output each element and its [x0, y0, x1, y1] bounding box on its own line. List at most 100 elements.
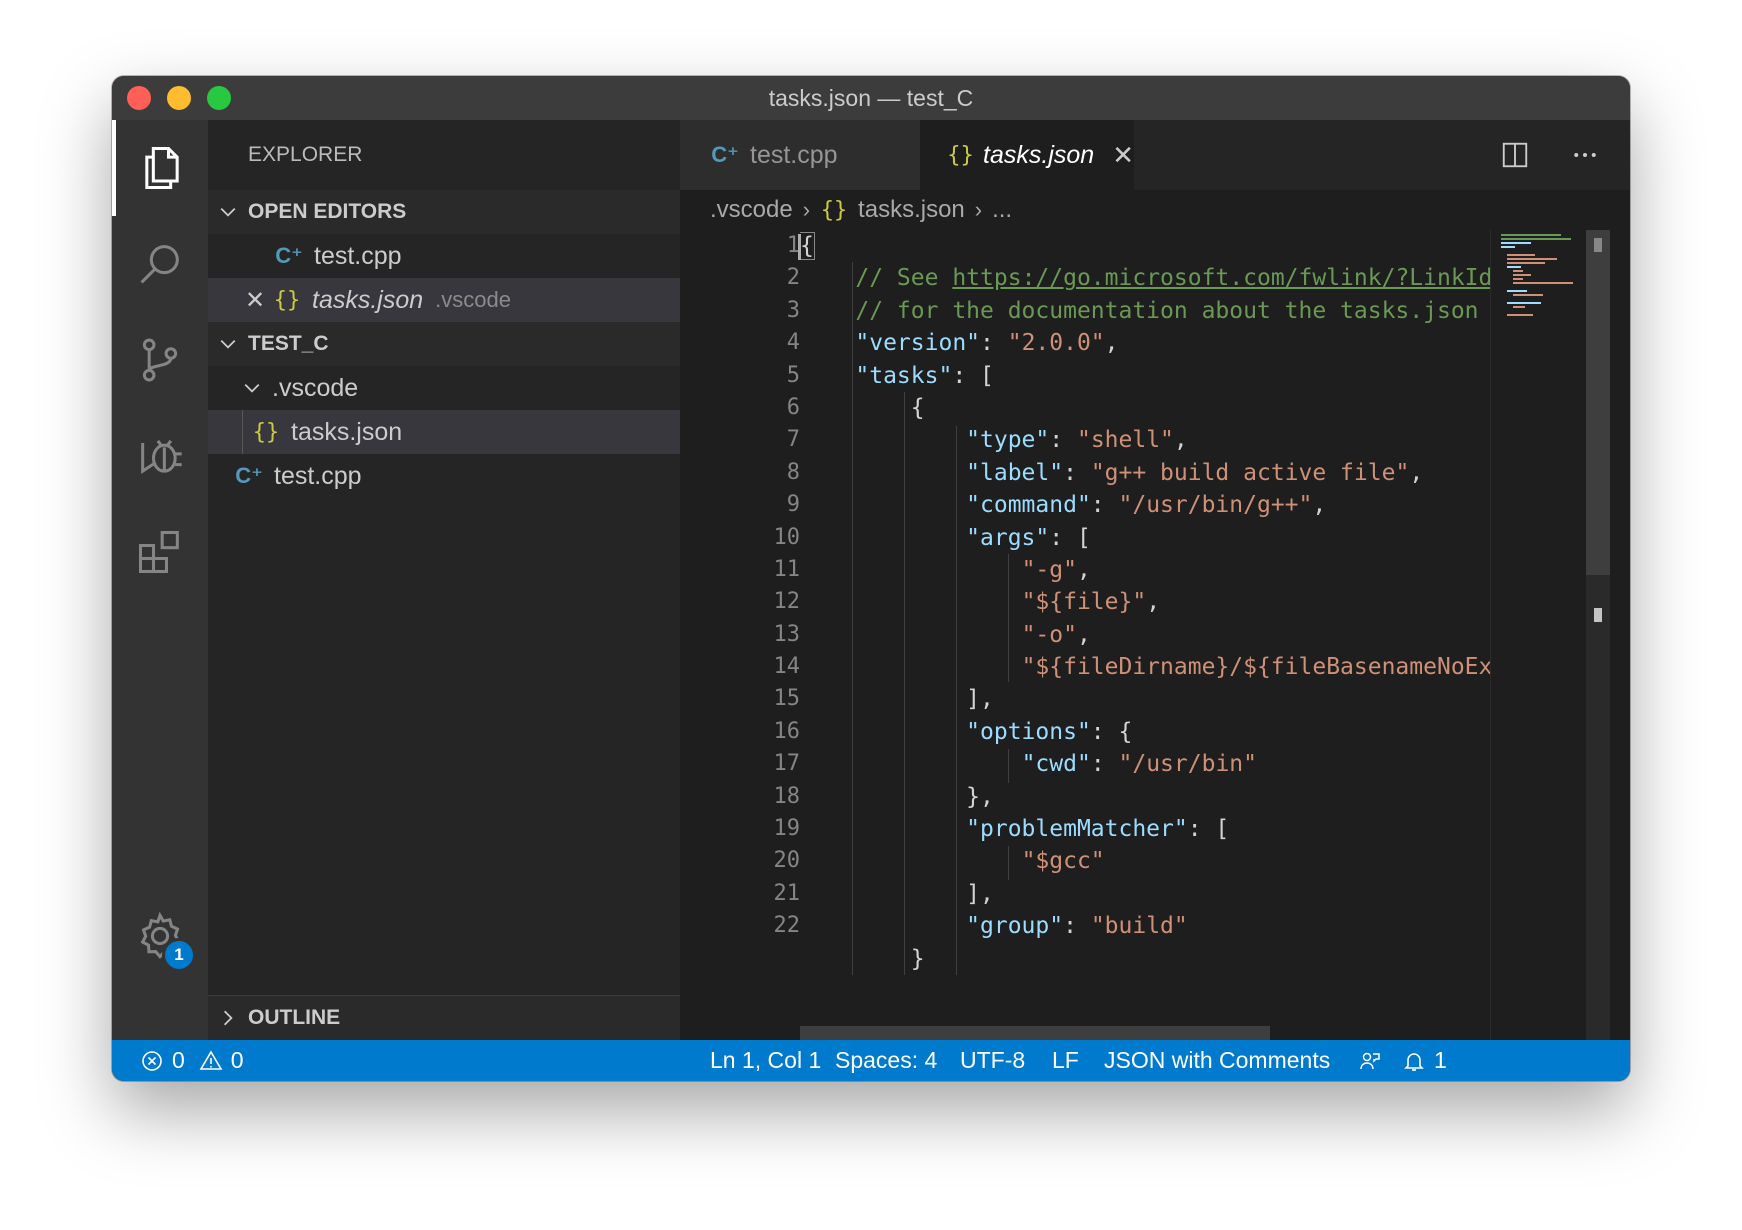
- code-line: "version": "2.0.0",: [855, 330, 1119, 357]
- line-number: 16: [773, 718, 801, 744]
- minimap-line: [1507, 254, 1535, 256]
- extensions-activity-button[interactable]: [112, 504, 208, 600]
- minimap-line: [1507, 290, 1527, 292]
- code-line: "problemMatcher": [: [966, 816, 1230, 843]
- vertical-scrollbar[interactable]: [1586, 230, 1610, 1040]
- debug-activity-button[interactable]: [112, 408, 208, 504]
- files-icon: [145, 146, 179, 190]
- open-editors-header[interactable]: OPEN EDITORS: [208, 190, 680, 234]
- code-line: "options": {: [966, 718, 1133, 745]
- minimap-line: [1507, 314, 1533, 316]
- outline-header[interactable]: OUTLINE: [208, 995, 680, 1040]
- breadcrumb-folder[interactable]: .vscode: [710, 196, 793, 224]
- window-title: tasks.json — test_C: [768, 85, 974, 111]
- minimap-line: [1513, 270, 1523, 272]
- code-editor[interactable]: 1 2 3 4 5 6 7 8 9 10 11 12 13 14 15 16 17 18 19 20 21 22 { //…: [680, 230, 1630, 1040]
- feedback-button[interactable]: [1358, 1040, 1382, 1081]
- cpp-file-icon: C⁺: [275, 243, 303, 268]
- cpp-file-icon: C⁺: [235, 463, 263, 488]
- source-control-icon: [142, 338, 178, 382]
- text-cursor: [798, 234, 801, 260]
- breadcrumb-file[interactable]: tasks.json: [858, 196, 965, 224]
- warning-icon: [199, 1049, 223, 1070]
- warning-count: 0: [230, 1047, 244, 1073]
- split-editor-icon[interactable]: [1500, 140, 1530, 170]
- code-line: {: [910, 394, 925, 421]
- scrollbar-thumb[interactable]: [1586, 230, 1610, 575]
- tree-folder-label: .vscode: [272, 373, 359, 402]
- line-number: 19: [773, 816, 801, 842]
- minimap-line: [1513, 294, 1543, 296]
- indentation-setting[interactable]: Spaces: 4: [835, 1040, 937, 1081]
- notifications-button[interactable]: 1: [1402, 1040, 1447, 1081]
- json-file-icon: {}: [252, 419, 280, 445]
- notification-count: 1: [1434, 1047, 1447, 1073]
- explorer-activity-button[interactable]: [112, 120, 208, 216]
- line-number: 10: [773, 524, 801, 550]
- tab-test-cpp[interactable]: C⁺ test.cpp: [680, 120, 920, 190]
- line-number: 15: [773, 686, 801, 712]
- outline-label: OUTLINE: [248, 1006, 341, 1029]
- json-file-icon: {}: [820, 197, 848, 223]
- line-number: 9: [786, 492, 800, 518]
- close-icon[interactable]: ✕: [1112, 140, 1134, 171]
- search-icon: [140, 245, 179, 284]
- open-editors-label: OPEN EDITORS: [248, 200, 407, 223]
- source-control-activity-button[interactable]: [112, 312, 208, 408]
- scrollbar-marker: [1594, 238, 1602, 252]
- code-line: "cwd": "/usr/bin": [1021, 751, 1257, 778]
- tree-file-test-cpp[interactable]: C⁺ test.cpp: [208, 454, 680, 498]
- extensions-icon: [138, 530, 179, 574]
- code-line: "-o",: [1021, 621, 1091, 648]
- status-bar: 0 0 Ln 1, Col 1 Spaces: 4 UTF-8 LF JSON …: [112, 1040, 1630, 1081]
- minimap-line: [1501, 242, 1531, 244]
- line-number: 14: [773, 654, 801, 680]
- search-activity-button[interactable]: [112, 216, 208, 312]
- json-file-icon: {}: [273, 287, 301, 313]
- code-lines[interactable]: { // See https://go.microsoft.com/fwlink…: [800, 230, 1490, 975]
- open-editor-item[interactable]: C⁺ test.cpp: [208, 234, 680, 278]
- minimap-line: [1501, 246, 1515, 248]
- problems-indicator[interactable]: 0 0: [140, 1040, 244, 1081]
- tree-file-label: test.cpp: [274, 461, 362, 490]
- title-bar: tasks.json — test_C: [112, 76, 1630, 120]
- minimap[interactable]: [1490, 230, 1587, 1040]
- code-line: ],: [966, 880, 994, 907]
- code-line: "label": "g++ build active file",: [966, 459, 1424, 486]
- code-line: "${fileDirname}/${fileBasenameNoExtensio…: [1021, 654, 1490, 681]
- line-number: 20: [773, 848, 801, 874]
- horizontal-scrollbar[interactable]: [800, 1026, 1270, 1040]
- more-actions-icon[interactable]: [1570, 140, 1600, 170]
- folder-label: TEST_C: [248, 332, 329, 355]
- line-number: 6: [786, 394, 800, 420]
- code-line: {: [800, 232, 815, 260]
- editor-actions: [1500, 120, 1600, 190]
- line-number: 11: [773, 556, 801, 582]
- encoding-setting[interactable]: UTF-8: [960, 1040, 1025, 1081]
- scrollbar-marker: [1594, 608, 1602, 622]
- tree-file-tasks-json[interactable]: {} tasks.json: [208, 410, 680, 454]
- folder-header[interactable]: TEST_C: [208, 322, 680, 366]
- line-number: 3: [786, 297, 800, 323]
- code-line: "${file}",: [1021, 589, 1161, 616]
- activity-bar: 1: [112, 120, 208, 1040]
- editor-group: C⁺ test.cpp {} tasks.json ✕ .vscode › {}: [680, 120, 1630, 1040]
- breadcrumb-more[interactable]: ...: [992, 196, 1012, 224]
- tab-tasks-json[interactable]: {} tasks.json ✕: [920, 120, 1134, 190]
- line-number: 1: [786, 233, 800, 258]
- line-number: 21: [773, 880, 801, 906]
- tree-folder-vscode[interactable]: .vscode: [208, 366, 680, 410]
- code-line: // See https://go.microsoft.com/fwlink/?…: [800, 265, 1490, 292]
- open-editor-item[interactable]: ✕ {} tasks.json .vscode: [208, 278, 680, 322]
- chevron-down-icon: [208, 203, 248, 221]
- vscode-window: tasks.json — test_C 1 EXPLORER OPEN EDIT…: [112, 76, 1630, 1081]
- cursor-position[interactable]: Ln 1, Col 1: [710, 1040, 821, 1081]
- code-line: "$gcc": [1021, 848, 1105, 875]
- language-mode[interactable]: JSON with Comments: [1104, 1040, 1330, 1081]
- eol-setting[interactable]: LF: [1052, 1040, 1079, 1081]
- line-number: 17: [773, 751, 801, 777]
- settings-badge: 1: [162, 938, 196, 972]
- manage-activity-button[interactable]: 1: [112, 888, 208, 984]
- close-icon[interactable]: ✕: [240, 286, 270, 315]
- chevron-right-icon: ›: [802, 197, 811, 222]
